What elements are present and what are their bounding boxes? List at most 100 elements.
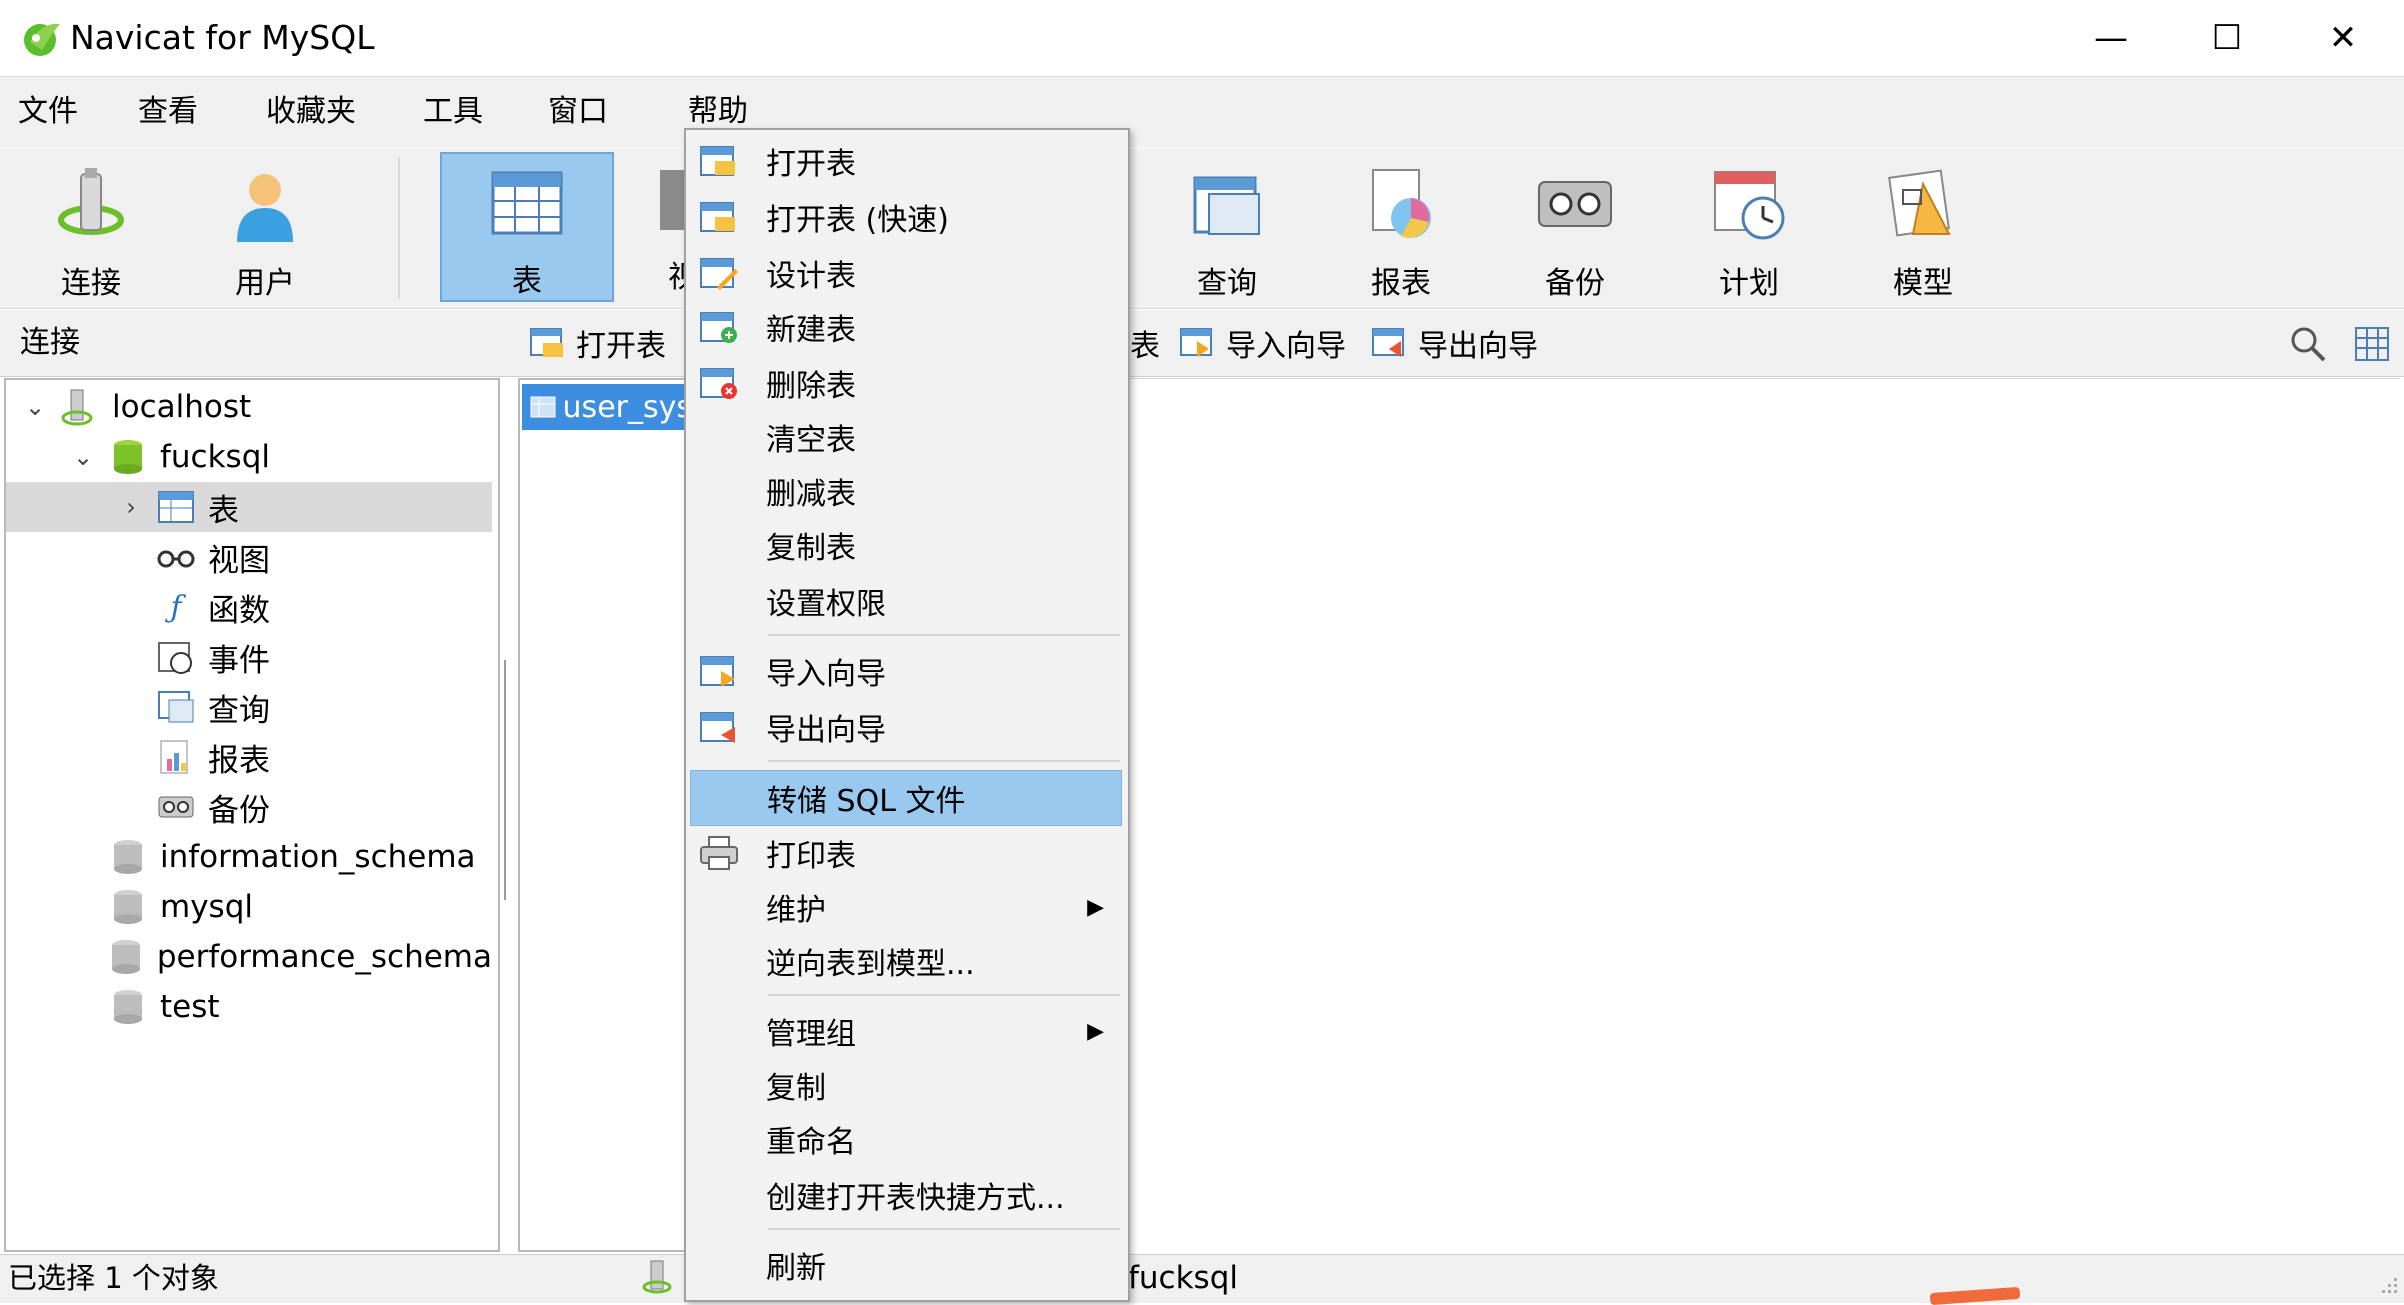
table-action-partial[interactable]: 表	[1130, 318, 1160, 368]
user-icon	[223, 162, 307, 246]
report-icon	[1359, 162, 1443, 246]
tree-node-views[interactable]: 视图	[6, 532, 492, 582]
schedule-icon	[1707, 162, 1791, 246]
query-icon	[156, 687, 196, 727]
open-table-button[interactable]: 打开表	[528, 318, 666, 368]
database-icon	[108, 987, 148, 1027]
connection-panel-title: 连接	[20, 325, 80, 360]
open-table-fast-icon	[696, 194, 742, 240]
table-item-user-sys[interactable]: user_sys	[522, 384, 692, 430]
menu-item-import-wizard[interactable]: 导入向导	[690, 644, 1122, 698]
connect-icon	[49, 162, 133, 246]
database-icon	[108, 437, 148, 477]
menu-view[interactable]: 查看	[120, 77, 216, 147]
printer-icon	[696, 830, 742, 876]
panel-splitter[interactable]	[502, 660, 512, 910]
menu-separator	[768, 634, 1120, 636]
tree-node-mysql[interactable]: mysql	[6, 882, 492, 932]
current-connection-status: fucksql	[1128, 1260, 1238, 1296]
tool-model-button[interactable]: 模型	[1838, 154, 2008, 302]
tool-connect-button[interactable]: 连接	[6, 154, 176, 302]
tree-node-events[interactable]: 事件	[6, 632, 492, 682]
table-icon	[485, 162, 569, 244]
menu-item-open-table-fast[interactable]: 打开表 (快速)	[690, 190, 1122, 244]
view-icon	[660, 160, 684, 240]
menu-item-reverse-to-model[interactable]: 逆向表到模型...	[690, 934, 1122, 988]
connection-icon	[60, 387, 100, 427]
window-title: Navicat for MySQL	[70, 18, 375, 57]
selection-status: 已选择 1 个对象	[8, 1261, 219, 1295]
table-icon	[156, 487, 196, 527]
menu-separator	[768, 760, 1120, 762]
menu-item-create-shortcut[interactable]: 创建打开表快捷方式...	[690, 1168, 1122, 1222]
tool-table-button[interactable]: 表	[440, 152, 614, 302]
menu-item-copy[interactable]: 复制	[690, 1058, 1122, 1112]
tool-report-button[interactable]: 报表	[1316, 154, 1486, 302]
tool-query-button[interactable]: 查询	[1142, 154, 1312, 302]
table-icon	[530, 392, 557, 422]
database-icon	[108, 837, 148, 877]
tree-node-information-schema[interactable]: information_schema	[6, 832, 492, 882]
tree-node-queries[interactable]: 查询	[6, 682, 492, 732]
menu-separator	[768, 994, 1120, 996]
maximize-button[interactable]: ☐	[2169, 0, 2285, 76]
minimize-button[interactable]: —	[2053, 0, 2169, 76]
tree-node-fucksql[interactable]: ⌄ fucksql	[6, 432, 492, 482]
menu-item-open-table[interactable]: 打开表	[690, 134, 1122, 188]
resize-grip-icon[interactable]	[2376, 1272, 2400, 1296]
tree-node-localhost[interactable]: ⌄ localhost	[6, 382, 492, 432]
menu-item-design-table[interactable]: 设计表	[690, 246, 1122, 300]
import-wizard-button[interactable]: 导入向导	[1178, 318, 1346, 368]
submenu-arrow-icon: ▶	[1087, 894, 1104, 920]
connection-icon	[640, 1258, 678, 1296]
menu-favorites[interactable]: 收藏夹	[248, 77, 374, 147]
tree-node-backups[interactable]: 备份	[6, 782, 492, 832]
object-list	[518, 378, 688, 1252]
menu-item-truncate-table[interactable]: 删减表	[690, 464, 1122, 518]
chevron-down-icon[interactable]: ⌄	[68, 442, 98, 472]
submenu-arrow-icon: ▶	[1087, 1018, 1104, 1044]
content-pane	[1130, 378, 2400, 1253]
tool-user-button[interactable]: 用户	[180, 154, 350, 302]
menu-item-new-table[interactable]: 新建表	[690, 300, 1122, 354]
search-icon[interactable]	[2286, 322, 2330, 366]
export-wizard-button[interactable]: 导出向导	[1370, 318, 1538, 368]
database-icon	[108, 887, 148, 927]
menu-item-print-table[interactable]: 打印表	[690, 826, 1122, 880]
menu-item-delete-table[interactable]: 删除表	[690, 356, 1122, 410]
menu-item-dump-sql-file[interactable]: 转储 SQL 文件	[690, 770, 1122, 826]
new-table-icon	[696, 304, 742, 350]
tree-node-performance-schema[interactable]: performance_schema	[6, 932, 492, 982]
chevron-down-icon[interactable]: ⌄	[20, 392, 50, 422]
menu-item-rename[interactable]: 重命名	[690, 1112, 1122, 1166]
menu-item-refresh[interactable]: 刷新	[690, 1238, 1122, 1292]
chevron-right-icon[interactable]: ›	[116, 492, 146, 522]
menu-item-export-wizard[interactable]: 导出向导	[690, 700, 1122, 754]
tool-backup-button[interactable]: 备份	[1490, 154, 1660, 302]
tree-node-test[interactable]: test	[6, 982, 492, 1032]
menu-item-duplicate-table[interactable]: 复制表	[690, 518, 1122, 572]
tree-node-reports[interactable]: 报表	[6, 732, 492, 782]
menu-file[interactable]: 文件	[0, 77, 96, 147]
query-icon	[1185, 162, 1269, 246]
tree-node-tables[interactable]: › 表	[6, 482, 492, 532]
tree-node-functions[interactable]: ƒ 函数	[6, 582, 492, 632]
backup-icon	[1533, 162, 1617, 246]
export-wizard-icon	[1370, 324, 1408, 362]
design-table-icon	[696, 250, 742, 296]
menu-separator	[768, 1228, 1120, 1230]
backup-icon	[156, 787, 196, 827]
model-icon	[1881, 162, 1965, 246]
close-button[interactable]: ✕	[2285, 0, 2401, 76]
menu-tools[interactable]: 工具	[405, 77, 501, 147]
menu-item-empty-table[interactable]: 清空表	[690, 410, 1122, 464]
grid-view-icon[interactable]	[2350, 322, 2394, 366]
menu-item-set-permissions[interactable]: 设置权限	[690, 574, 1122, 628]
menu-item-maintain[interactable]: 维护 ▶	[690, 880, 1122, 934]
menu-window[interactable]: 窗口	[530, 77, 626, 147]
menu-item-manage-group[interactable]: 管理组 ▶	[690, 1004, 1122, 1058]
glasses-icon	[156, 537, 196, 577]
navicat-logo-icon	[20, 16, 64, 60]
import-wizard-icon	[696, 648, 742, 694]
tool-schedule-button[interactable]: 计划	[1664, 154, 1834, 302]
